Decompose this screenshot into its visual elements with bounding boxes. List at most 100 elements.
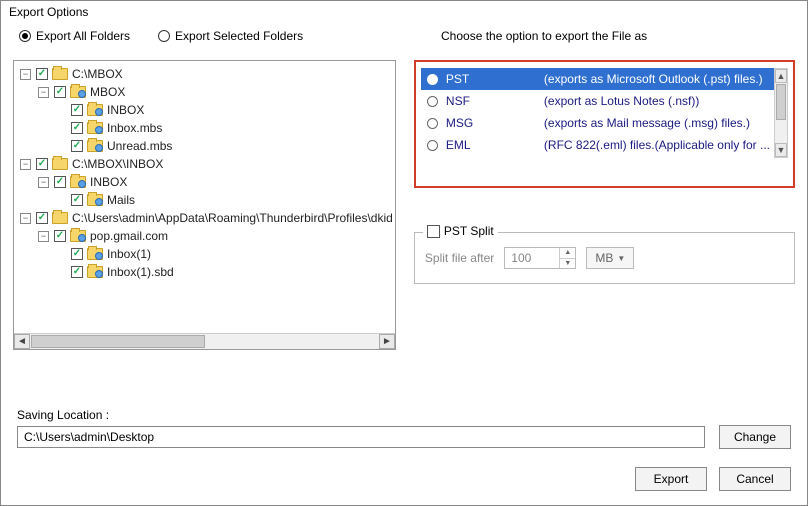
scroll-thumb[interactable] bbox=[776, 84, 786, 120]
pst-split-group: PST Split Split file after 100 ▲ ▼ MB ▼ bbox=[414, 232, 795, 284]
format-option-msg[interactable]: MSG(exports as Mail message (.msg) files… bbox=[421, 112, 788, 134]
tree-row[interactable]: − C:\MBOX\INBOX bbox=[14, 155, 395, 173]
tree-row[interactable]: Inbox.mbs bbox=[14, 119, 395, 137]
folder-icon bbox=[52, 68, 68, 80]
pst-split-checkbox[interactable] bbox=[427, 225, 440, 238]
spin-up-icon[interactable]: ▲ bbox=[560, 248, 575, 259]
split-after-label: Split file after bbox=[425, 251, 494, 265]
export-options-dialog: Export Options Export All Folders Export… bbox=[0, 0, 808, 506]
tree-row[interactable]: Unread.mbs bbox=[14, 137, 395, 155]
tree-checkbox[interactable] bbox=[71, 104, 83, 116]
scroll-up-button[interactable]: ▲ bbox=[775, 69, 787, 83]
radio-dot-icon bbox=[427, 118, 438, 129]
folder-icon bbox=[52, 158, 68, 170]
tree-checkbox[interactable] bbox=[71, 266, 83, 278]
format-list[interactable]: PST(exports as Microsoft Outlook (.pst) … bbox=[421, 68, 788, 164]
tree-label: pop.gmail.com bbox=[90, 227, 168, 245]
folder-tree-panel: −C:\MBOX−MBOXINBOXInbox.mbsUnread.mbs−C:… bbox=[13, 60, 396, 350]
scroll-thumb[interactable] bbox=[31, 335, 205, 348]
tree-row[interactable]: − C:\Users\admin\AppData\Roaming\Thunderb… bbox=[14, 209, 395, 227]
tree-checkbox[interactable] bbox=[71, 194, 83, 206]
folder-icon bbox=[87, 122, 103, 134]
tree-row[interactable]: INBOX bbox=[14, 101, 395, 119]
format-name: NSF bbox=[446, 94, 536, 108]
format-desc: (RFC 822(.eml) files.(Applicable only fo… bbox=[544, 138, 770, 152]
scroll-left-button[interactable]: ◄ bbox=[14, 334, 30, 349]
tree-label: Inbox(1).sbd bbox=[107, 263, 174, 281]
tree-row[interactable]: Inbox(1) bbox=[14, 245, 395, 263]
format-option-eml[interactable]: EML (RFC 822(.eml) files.(Applicable only… bbox=[421, 134, 788, 156]
choose-format-label: Choose the option to export the File as bbox=[441, 29, 647, 43]
tree-checkbox[interactable] bbox=[71, 140, 83, 152]
folder-icon bbox=[87, 104, 103, 116]
dialog-footer: Export Cancel bbox=[1, 449, 807, 505]
folder-icon bbox=[52, 212, 68, 224]
collapse-icon[interactable]: − bbox=[20, 159, 31, 170]
spin-down-icon[interactable]: ▼ bbox=[560, 259, 575, 269]
split-size-input[interactable]: 100 ▲ ▼ bbox=[504, 247, 576, 269]
collapse-icon[interactable]: − bbox=[38, 177, 49, 188]
tree-checkbox[interactable] bbox=[36, 68, 48, 80]
format-option-pst[interactable]: PST(exports as Microsoft Outlook (.pst) … bbox=[421, 68, 788, 90]
tree-checkbox[interactable] bbox=[54, 86, 66, 98]
tree-row[interactable]: − INBOX bbox=[14, 173, 395, 191]
change-button[interactable]: Change bbox=[719, 425, 791, 449]
export-all-radio[interactable]: Export All Folders bbox=[19, 29, 130, 43]
pst-split-legend-text: PST Split bbox=[444, 224, 494, 238]
tree-row[interactable]: −MBOX bbox=[14, 83, 395, 101]
export-button[interactable]: Export bbox=[635, 467, 707, 491]
tree-checkbox[interactable] bbox=[54, 230, 66, 242]
tree-checkbox[interactable] bbox=[71, 248, 83, 260]
saving-location-input[interactable] bbox=[17, 426, 705, 448]
export-selected-radio[interactable]: Export Selected Folders bbox=[158, 29, 303, 43]
scope-radio-group: Export All Folders Export Selected Folde… bbox=[1, 25, 421, 47]
radio-dot-icon bbox=[427, 74, 438, 85]
folder-icon bbox=[87, 140, 103, 152]
split-unit-select[interactable]: MB ▼ bbox=[586, 247, 634, 269]
tree-row[interactable]: Mails bbox=[14, 191, 395, 209]
tree-label: Inbox(1) bbox=[107, 245, 151, 263]
format-v-scrollbar[interactable]: ▲ ▼ bbox=[774, 68, 788, 158]
split-size-value: 100 bbox=[505, 248, 559, 268]
collapse-icon[interactable]: − bbox=[38, 87, 49, 98]
tree-label: Inbox.mbs bbox=[107, 119, 162, 137]
scroll-right-button[interactable]: ► bbox=[379, 334, 395, 349]
saving-location-label: Saving Location : bbox=[17, 408, 791, 422]
format-name: PST bbox=[446, 72, 536, 86]
format-list-box: PST(exports as Microsoft Outlook (.pst) … bbox=[414, 60, 795, 188]
tree-row[interactable]: − C:\MBOX bbox=[14, 65, 395, 83]
spinner: ▲ ▼ bbox=[559, 248, 575, 268]
collapse-icon[interactable]: − bbox=[20, 213, 31, 224]
tree-checkbox[interactable] bbox=[36, 158, 48, 170]
cancel-button[interactable]: Cancel bbox=[719, 467, 791, 491]
folder-icon bbox=[70, 230, 86, 242]
tree-h-scrollbar[interactable]: ◄ ► bbox=[14, 333, 395, 349]
tree-row[interactable]: − pop.gmail.com bbox=[14, 227, 395, 245]
radio-dot-icon bbox=[19, 30, 31, 42]
scroll-down-button[interactable]: ▼ bbox=[775, 143, 787, 157]
tree-label: C:\Users\admin\AppData\Roaming\Thunderbi… bbox=[72, 209, 393, 227]
tree-label: C:\MBOX bbox=[72, 65, 123, 83]
scroll-track[interactable] bbox=[30, 334, 379, 349]
folder-icon bbox=[87, 248, 103, 260]
tree-label: INBOX bbox=[90, 173, 127, 191]
tree-checkbox[interactable] bbox=[36, 212, 48, 224]
tree-row[interactable]: Inbox(1).sbd bbox=[14, 263, 395, 281]
radio-dot-icon bbox=[427, 140, 438, 151]
collapse-icon[interactable]: − bbox=[38, 231, 49, 242]
tree-checkbox[interactable] bbox=[54, 176, 66, 188]
split-unit-value: MB bbox=[595, 251, 613, 265]
collapse-icon[interactable]: − bbox=[20, 69, 31, 80]
format-option-nsf[interactable]: NSF(export as Lotus Notes (.nsf)) bbox=[421, 90, 788, 112]
folder-icon bbox=[87, 266, 103, 278]
tree-checkbox[interactable] bbox=[71, 122, 83, 134]
export-all-label: Export All Folders bbox=[36, 29, 130, 43]
radio-dot-icon bbox=[158, 30, 170, 42]
chevron-down-icon: ▼ bbox=[617, 254, 625, 263]
tree-label: C:\MBOX\INBOX bbox=[72, 155, 163, 173]
format-name: EML bbox=[446, 138, 536, 152]
dialog-title: Export Options bbox=[1, 1, 807, 25]
folder-icon bbox=[87, 194, 103, 206]
folder-tree[interactable]: −C:\MBOX−MBOXINBOXInbox.mbsUnread.mbs−C:… bbox=[14, 61, 395, 333]
scroll-track[interactable] bbox=[775, 83, 787, 143]
